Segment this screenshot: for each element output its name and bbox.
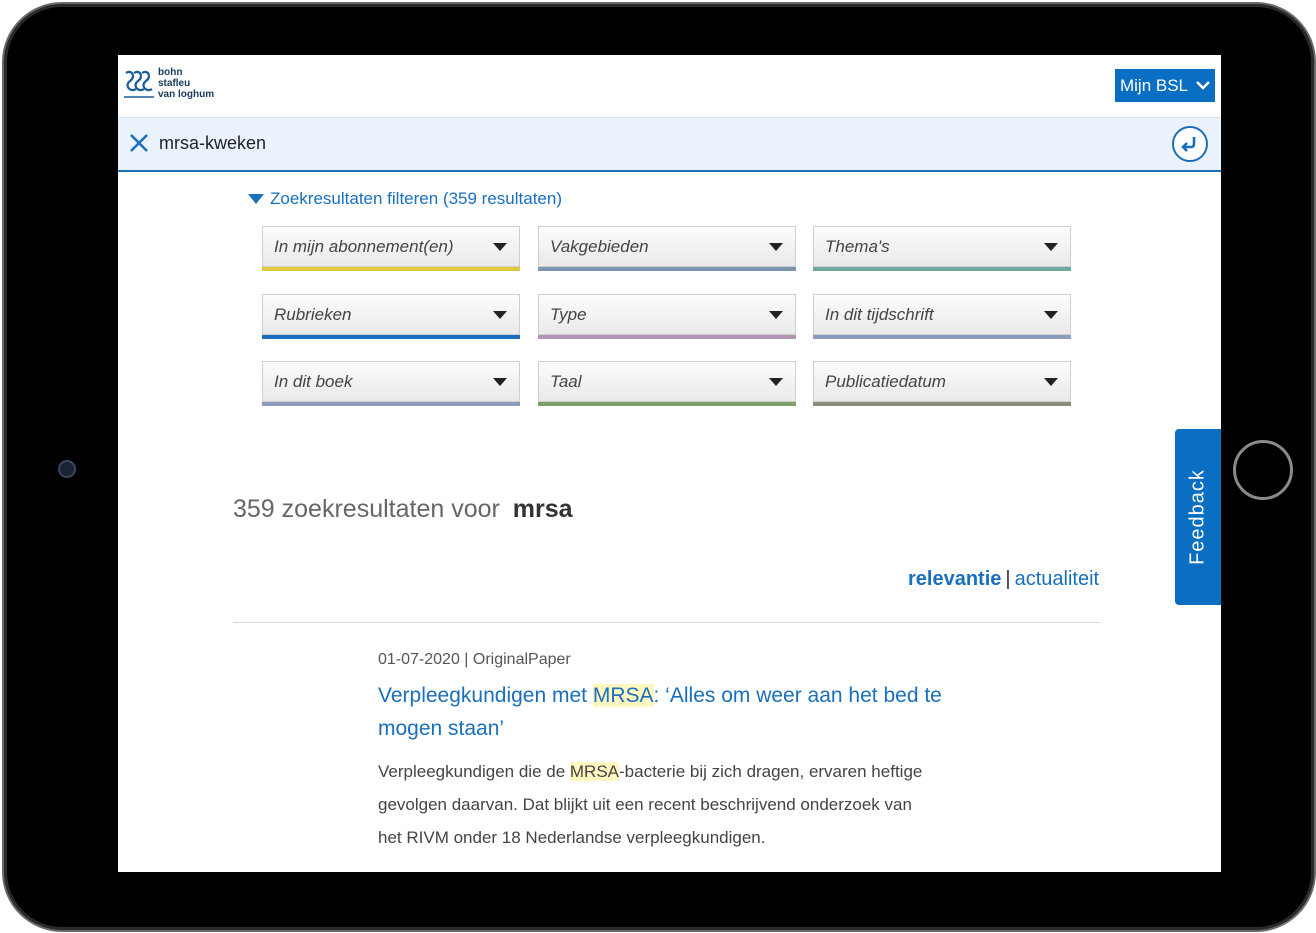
feedback-label: Feedback: [1186, 469, 1209, 565]
dropdown-accent-bar: [538, 267, 796, 271]
dropdown-label: Publicatiedatum: [825, 372, 946, 391]
chevron-down-icon: [1196, 80, 1210, 90]
divider: [233, 622, 1100, 623]
results-heading: 359 zoekresultaten voor mrsa: [233, 495, 573, 524]
dropdown-label: Thema's: [825, 237, 890, 256]
enter-arrow-icon: [1181, 137, 1196, 152]
snippet-text: Verpleegkundigen die de: [378, 762, 570, 781]
dropdown-label: In dit boek: [274, 372, 353, 391]
dropdown-label: Taal: [550, 372, 582, 391]
filter-dropdown-rubrieken[interactable]: Rubrieken: [262, 294, 520, 339]
close-icon[interactable]: [128, 132, 150, 154]
filter-toggle-label: Zoekresultaten filteren (359 resultaten): [270, 189, 562, 208]
logo-line: van loghum: [158, 89, 215, 100]
dropdown-accent-bar: [262, 267, 520, 271]
snippet-highlight: MRSA: [569, 762, 620, 781]
feedback-tab[interactable]: Feedback: [1175, 429, 1221, 605]
filter-dropdown-vakgebieden[interactable]: Vakgebieden: [538, 226, 796, 271]
dropdown-accent-bar: [538, 402, 796, 406]
title-text: Verpleegkundigen met: [378, 684, 593, 707]
dropdown-accent-bar: [262, 402, 520, 406]
filter-dropdown-publicatiedatum[interactable]: Publicatiedatum: [813, 361, 1071, 406]
sort-options: relevantie | actualiteit: [908, 568, 1099, 591]
logo-text: bohn stafleu van loghum: [158, 67, 214, 100]
search-bar: mrsa-kweken: [118, 117, 1221, 172]
caret-down-icon: [493, 378, 507, 386]
sort-separator: |: [1005, 568, 1011, 590]
sort-recent-link[interactable]: actualiteit: [1015, 568, 1100, 590]
dropdown-label: Rubrieken: [274, 305, 352, 324]
result-meta: 01-07-2020 | OriginalPaper: [378, 651, 571, 668]
caret-down-icon: [1044, 243, 1058, 251]
header: bohn stafleu van loghum Mijn BSL: [118, 55, 1221, 117]
dropdown-accent-bar: [538, 335, 796, 339]
dropdown-accent-bar: [813, 335, 1071, 339]
camera-icon: [58, 460, 76, 478]
caret-down-icon: [1044, 378, 1058, 386]
filter-dropdown-tijdschrift[interactable]: In dit tijdschrift: [813, 294, 1071, 339]
results-term: mrsa: [512, 495, 573, 523]
mijn-bsl-button[interactable]: Mijn BSL: [1115, 69, 1215, 102]
result-title-link[interactable]: Verpleegkundigen met MRSA: ‘Alles om wee…: [378, 679, 948, 745]
filter-dropdown-type[interactable]: Type: [538, 294, 796, 339]
caret-down-icon: [769, 378, 783, 386]
dropdown-accent-bar: [813, 267, 1071, 271]
logo[interactable]: bohn stafleu van loghum: [122, 67, 232, 105]
logo-line: bohn: [158, 67, 183, 78]
triangle-down-icon: [248, 194, 264, 204]
dropdown-label: Type: [550, 305, 587, 324]
dropdown-label: In mijn abonnement(en): [274, 237, 454, 256]
caret-down-icon: [1044, 311, 1058, 319]
caret-down-icon: [769, 243, 783, 251]
bsl-logo-icon: [124, 70, 154, 98]
dropdown-accent-bar: [813, 402, 1071, 406]
filter-dropdown-abonnement[interactable]: In mijn abonnement(en): [262, 226, 520, 271]
app-screen: bohn stafleu van loghum Mijn BSL mrsa-kw…: [118, 55, 1221, 872]
filter-dropdown-boek[interactable]: In dit boek: [262, 361, 520, 406]
search-input[interactable]: mrsa-kweken: [159, 133, 266, 154]
filter-toggle[interactable]: Zoekresultaten filteren (359 resultaten): [248, 189, 562, 209]
dropdown-label: In dit tijdschrift: [825, 305, 934, 324]
sort-relevance-link[interactable]: relevantie: [908, 568, 1001, 590]
filter-dropdown-themas[interactable]: Thema's: [813, 226, 1071, 271]
results-count-text: 359 zoekresultaten voor: [233, 495, 500, 523]
caret-down-icon: [493, 243, 507, 251]
logo-line: stafleu: [158, 78, 191, 89]
result-snippet: Verpleegkundigen die de MRSA-bacterie bi…: [378, 755, 938, 854]
caret-down-icon: [769, 311, 783, 319]
home-button[interactable]: [1233, 440, 1293, 500]
title-highlight: MRSA: [592, 684, 654, 707]
search-submit-button[interactable]: [1172, 126, 1208, 162]
dropdown-label: Vakgebieden: [550, 237, 649, 256]
filter-dropdown-taal[interactable]: Taal: [538, 361, 796, 406]
dropdown-accent-bar: [262, 335, 520, 339]
caret-down-icon: [493, 311, 507, 319]
mijn-bsl-label: Mijn BSL: [1119, 75, 1189, 95]
